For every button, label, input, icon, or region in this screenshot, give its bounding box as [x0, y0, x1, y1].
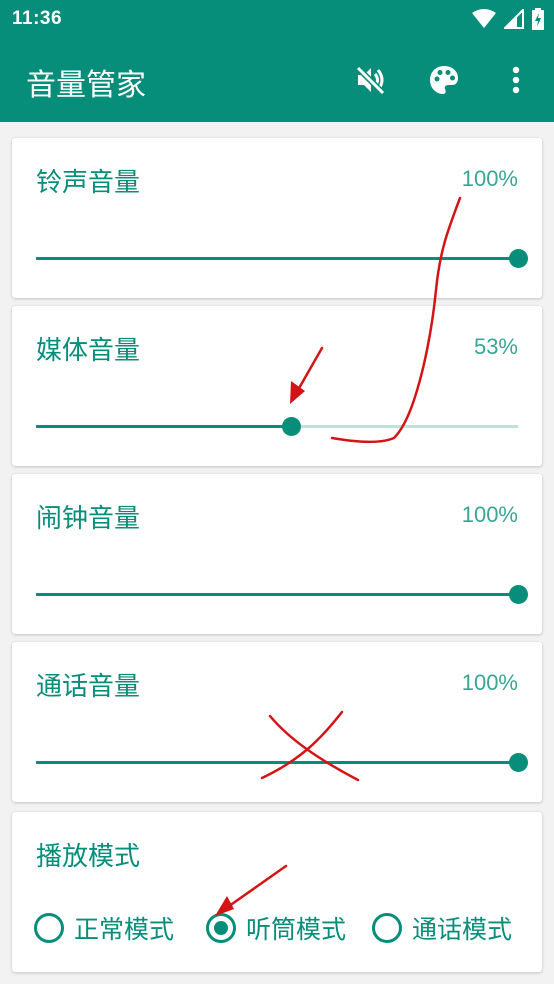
call-volume-card: 通话音量 100%: [12, 642, 542, 802]
card-label: 闹钟音量: [36, 504, 141, 534]
wifi-icon: [472, 9, 496, 28]
overflow-menu-button[interactable]: [496, 60, 536, 100]
slider-fill: [36, 257, 518, 260]
slider-thumb[interactable]: [509, 585, 528, 604]
system-icons: [472, 8, 544, 30]
radio-dot: [214, 921, 228, 935]
card-label: 媒体音量: [36, 336, 141, 366]
ringtone-volume-card: 铃声音量 100%: [12, 138, 542, 298]
mute-icon: [355, 65, 386, 96]
status-bar: 11:36: [0, 0, 554, 38]
slider-thumb[interactable]: [509, 753, 528, 772]
slider-fill: [36, 425, 292, 428]
volume-percent: 53%: [473, 334, 518, 359]
radio-label: 通话模式: [412, 915, 513, 944]
radio-call-mode[interactable]: 通话模式: [372, 908, 512, 948]
media-volume-slider[interactable]: [36, 414, 518, 438]
media-volume-card: 媒体音量 53%: [12, 306, 542, 466]
radio-circle-icon: [206, 913, 236, 943]
radio-circle-icon: [372, 913, 402, 943]
radio-label: 听筒模式: [246, 915, 347, 944]
palette-icon: [430, 66, 458, 94]
alarm-volume-card: 闹钟音量 100%: [12, 474, 542, 634]
ringtone-volume-slider[interactable]: [36, 246, 528, 270]
volume-percent: 100%: [461, 166, 518, 191]
mute-button[interactable]: [350, 60, 390, 100]
volume-percent: 100%: [461, 502, 518, 527]
signal-icon: [504, 9, 524, 29]
radio-earpiece-mode[interactable]: 听筒模式: [206, 908, 346, 948]
play-mode-label: 播放模式: [36, 842, 141, 872]
play-mode-card: 播放模式 正常模式 听筒模式 通话模式: [12, 812, 542, 972]
battery-charging-icon: [532, 8, 544, 30]
slider-thumb[interactable]: [282, 417, 302, 436]
palette-button[interactable]: [424, 60, 464, 100]
app-bar: 音量管家: [0, 38, 554, 122]
slider-fill: [36, 593, 518, 596]
card-label: 通话音量: [36, 672, 141, 702]
radio-circle-icon: [34, 913, 64, 943]
more-vert-icon: [512, 66, 520, 94]
app-title: 音量管家: [26, 68, 146, 103]
status-time: 11:36: [12, 8, 63, 29]
alarm-volume-slider[interactable]: [36, 582, 528, 606]
call-volume-slider[interactable]: [36, 750, 528, 774]
slider-thumb[interactable]: [509, 249, 528, 268]
card-label: 铃声音量: [36, 168, 141, 198]
radio-normal-mode[interactable]: 正常模式: [34, 908, 174, 948]
radio-label: 正常模式: [74, 915, 175, 944]
volume-percent: 100%: [461, 670, 518, 695]
play-mode-radio-group: 正常模式 听筒模式 通话模式: [34, 908, 534, 948]
slider-fill: [36, 761, 518, 764]
